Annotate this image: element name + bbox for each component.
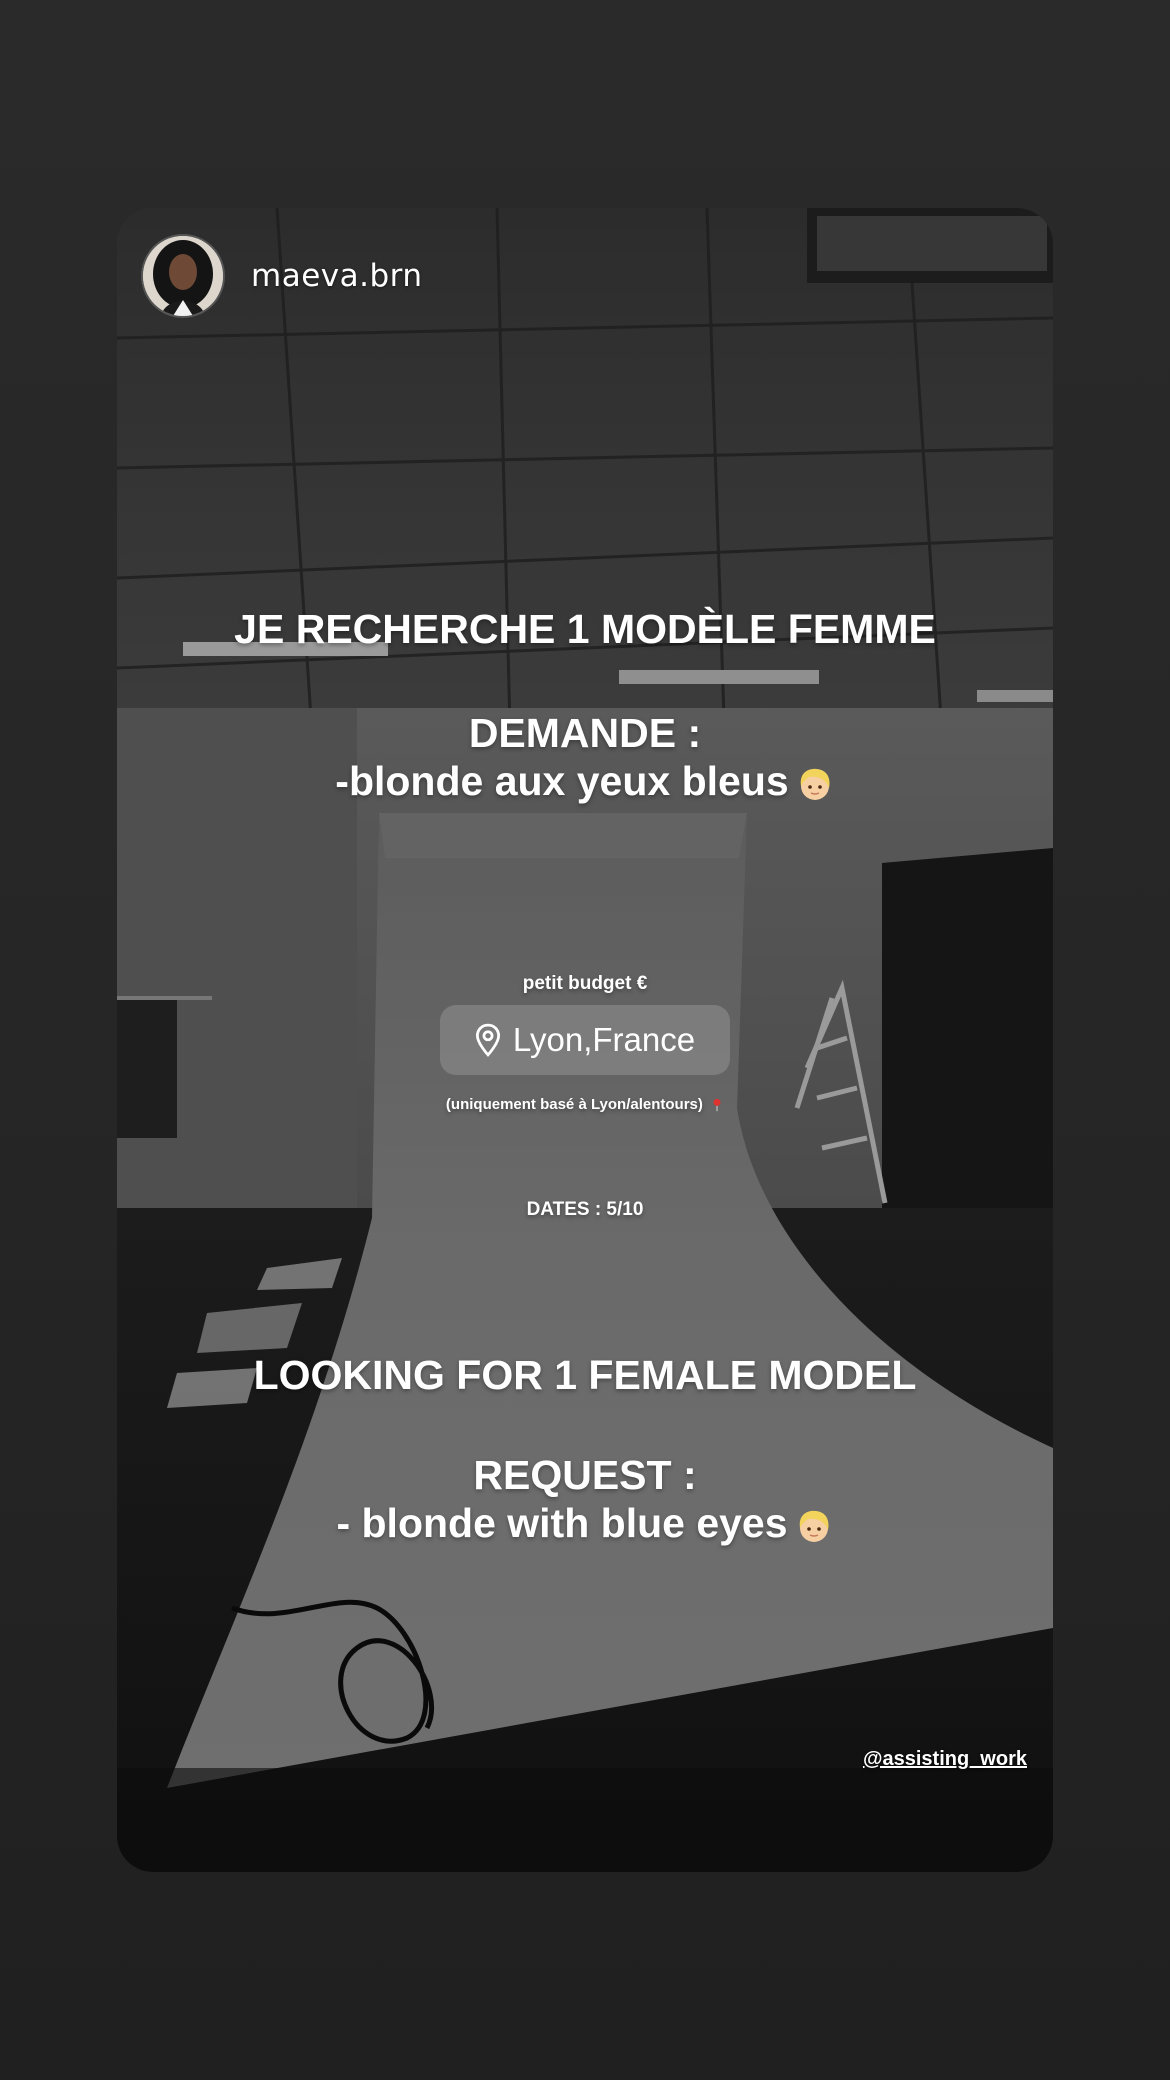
avatar[interactable] <box>141 234 225 318</box>
location-note: (uniquement basé à Lyon/alentours) <box>117 1095 1053 1115</box>
budget-text: petit budget € <box>522 973 648 994</box>
red-pushpin-emoji <box>713 1098 721 1112</box>
blonde-person-emoji <box>799 1511 829 1543</box>
story-card[interactable]: maeva.brn JE RECHERCHE 1 MODÈLE FEMME DE… <box>117 208 1053 1872</box>
title-english: LOOKING FOR 1 FEMALE MODEL <box>253 1352 917 1398</box>
demande-label: DEMANDE : <box>468 710 702 756</box>
request-french: -blonde aux yeux bleus <box>117 756 1053 806</box>
page: maeva.brn JE RECHERCHE 1 MODÈLE FEMME DE… <box>0 0 1170 2080</box>
blonde-person-emoji <box>800 769 830 801</box>
request-label: REQUEST : <box>473 1452 697 1498</box>
request-english-text: - blonde with blue eyes <box>336 1500 788 1546</box>
location-text: Lyon,France <box>512 1021 696 1058</box>
request-french-text: -blonde aux yeux bleus <box>335 758 789 804</box>
story-header: maeva.brn <box>141 234 423 318</box>
location-sticker[interactable]: Lyon,France <box>440 1005 730 1075</box>
avatar-image <box>143 236 223 316</box>
request-english: - blonde with blue eyes <box>117 1498 1053 1548</box>
mention-link[interactable]: @assisting_work <box>863 1748 1027 1771</box>
location-note-text: (uniquement basé à Lyon/alentours) <box>445 1096 703 1113</box>
title-french: JE RECHERCHE 1 MODÈLE FEMME <box>234 606 936 652</box>
dates-text: DATES : 5/10 <box>526 1199 644 1220</box>
username[interactable]: maeva.brn <box>251 258 423 294</box>
location-pin-icon <box>475 1023 500 1057</box>
